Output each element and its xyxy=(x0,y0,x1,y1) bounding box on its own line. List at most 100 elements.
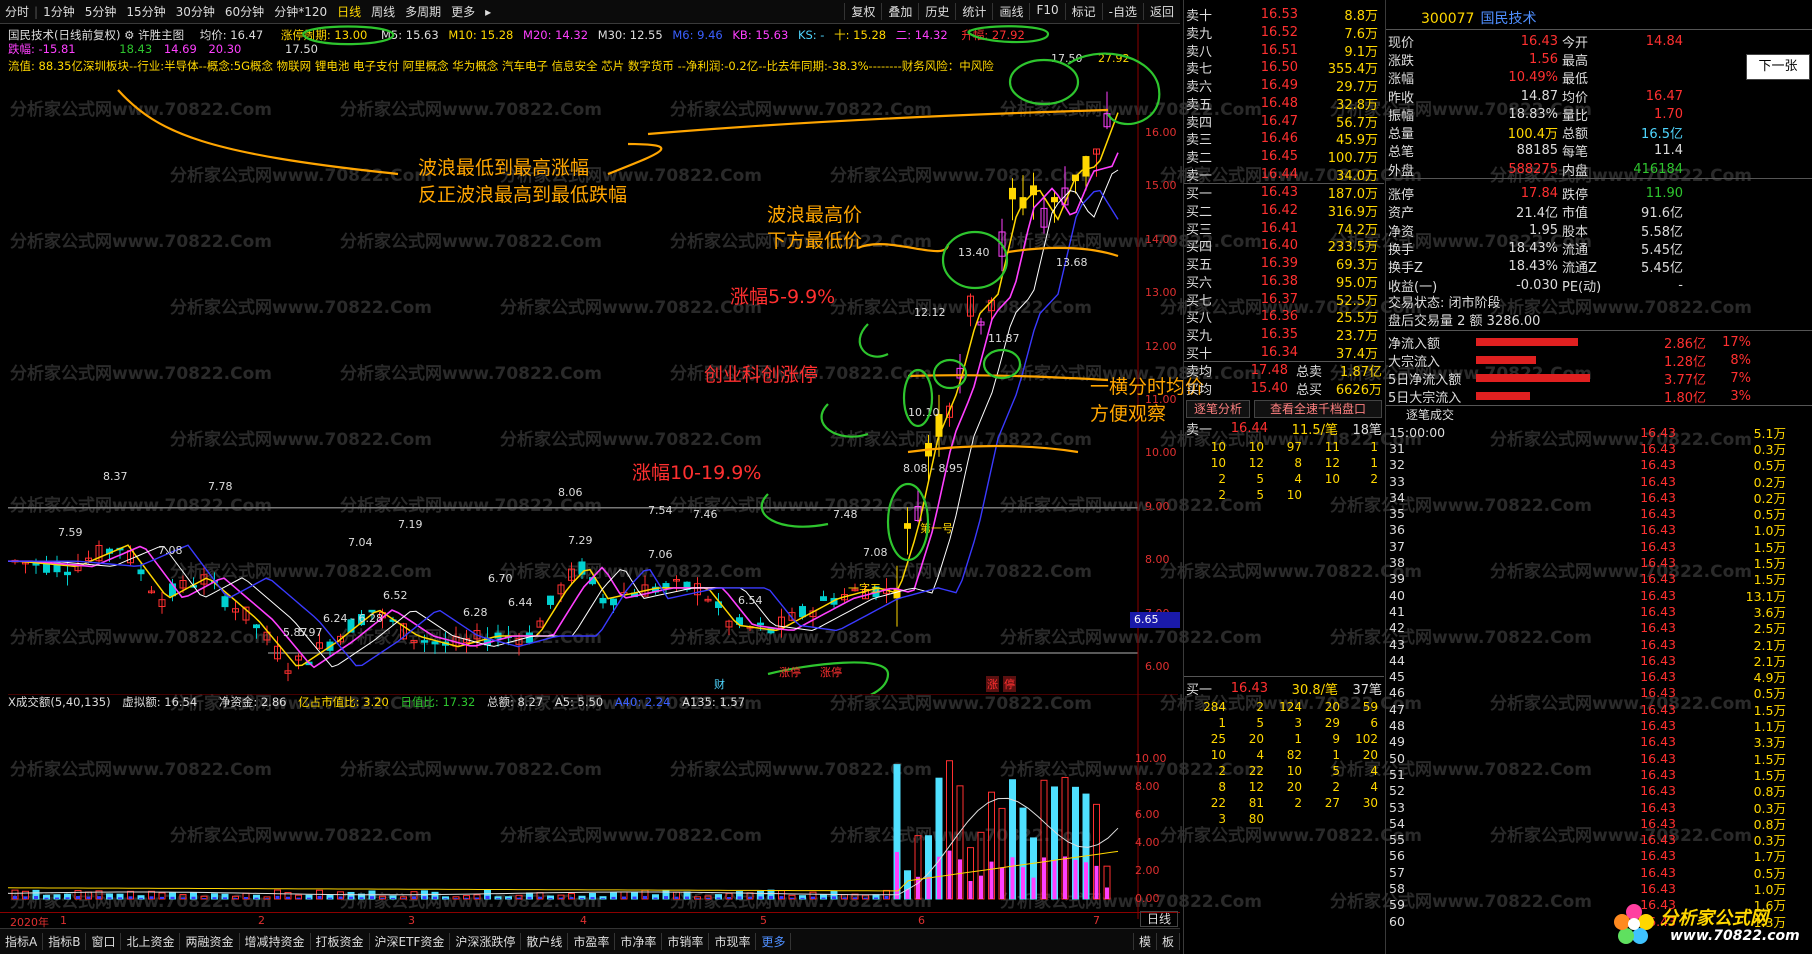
ask-row[interactable]: 卖二 16.45 100.7万 xyxy=(1184,148,1384,166)
volume-inner-bar xyxy=(895,851,899,899)
volume-inner-bar xyxy=(286,896,290,899)
ask-price: 16.50 xyxy=(1260,60,1298,76)
tab-60min[interactable]: 60分钟 xyxy=(220,3,269,20)
volume-inner-bar xyxy=(832,896,836,899)
price-axis-label: 12.00 xyxy=(1145,339,1177,353)
ask-row[interactable]: 卖三 16.46 45.9万 xyxy=(1184,130,1384,148)
chevron-right-icon[interactable]: ▸ xyxy=(480,5,496,19)
tick-time: 46 xyxy=(1389,685,1405,701)
candle xyxy=(43,555,50,575)
tab-pcf[interactable]: 市现率 xyxy=(709,933,757,950)
ask-row[interactable]: 卖十 16.53 8.8万 xyxy=(1184,6,1384,24)
mark-button[interactable]: 标记 xyxy=(1064,3,1102,20)
next-stock-button[interactable]: 下一张 xyxy=(1746,54,1810,80)
tab-1min[interactable]: 1分钟 xyxy=(38,3,80,20)
stats-button[interactable]: 统计 xyxy=(955,3,992,20)
volume-inner-bar xyxy=(160,896,164,899)
tab-margin[interactable]: 两融资金 xyxy=(180,933,240,950)
tab-window[interactable]: 窗口 xyxy=(86,933,122,950)
tab-30min[interactable]: 30分钟 xyxy=(171,3,220,20)
tab-multi-period[interactable]: 多周期 xyxy=(400,3,446,20)
trade-state: 交易状态: 闭市阶段 xyxy=(1388,296,1501,311)
stop-marker[interactable]: 停 xyxy=(1003,676,1016,692)
tab-15min[interactable]: 15分钟 xyxy=(121,3,170,20)
tab-indicator-b[interactable]: 指标B xyxy=(43,933,87,950)
tab-etf-funds[interactable]: 沪深ETF资金 xyxy=(370,933,451,950)
ask-row[interactable]: 卖五 16.48 32.8万 xyxy=(1184,95,1384,113)
candle xyxy=(1040,196,1048,234)
full-depth-button[interactable]: 查看全速千档盘口 xyxy=(1254,400,1382,418)
bid-row[interactable]: 买十 16.34 37.4万 xyxy=(1184,343,1384,362)
limit-up-marker[interactable]: 涨停 xyxy=(779,664,801,680)
queue-cell: 5 xyxy=(1256,488,1264,502)
ask-row[interactable]: 卖七 16.50 355.4万 xyxy=(1184,59,1384,77)
volume-chart[interactable] xyxy=(8,694,1178,919)
tab-northbound[interactable]: 北上资金 xyxy=(121,933,181,950)
bid-row[interactable]: 买五 16.39 69.3万 xyxy=(1184,255,1384,273)
tab-more[interactable]: 更多 xyxy=(446,3,480,20)
bid-row[interactable]: 买四 16.40 233.5万 xyxy=(1184,237,1384,255)
tab-board[interactable]: 板 xyxy=(1157,933,1180,950)
time-axis-m7: 7 xyxy=(1093,914,1100,927)
volume-inner-bar xyxy=(97,896,101,899)
candle xyxy=(841,588,848,603)
tick-row: 33 16.43 0.2万 xyxy=(1386,473,1812,490)
bid-row[interactable]: 买九 16.35 23.7万 xyxy=(1184,326,1384,344)
tab-5min[interactable]: 5分钟 xyxy=(80,3,122,20)
rise-marker[interactable]: 涨 xyxy=(986,676,999,692)
tick-time: 15:00:00 xyxy=(1389,424,1446,440)
tab-retail-line[interactable]: 散户线 xyxy=(521,933,569,950)
queue-price: 16.43 xyxy=(1230,681,1268,697)
tab-template[interactable]: 模 xyxy=(1132,933,1157,950)
current-price-tag: 6.65 xyxy=(1130,612,1180,628)
order-analysis-button[interactable]: 逐笔分析 xyxy=(1186,400,1250,418)
history-button[interactable]: 历史 xyxy=(918,3,955,20)
limit-up-marker-2[interactable]: 涨停 xyxy=(820,664,842,680)
volume-inner-bar xyxy=(727,897,731,899)
quote-divider xyxy=(1386,29,1812,30)
bid-row[interactable]: 买二 16.42 316.9万 xyxy=(1184,202,1384,220)
ask-row[interactable]: 卖九 16.52 7.6万 xyxy=(1184,24,1384,42)
tab-daily[interactable]: 日线 xyxy=(332,3,366,20)
ask-row[interactable]: 卖八 16.51 9.1万 xyxy=(1184,41,1384,60)
bid-row[interactable]: 买三 16.41 74.2万 xyxy=(1184,219,1384,238)
queue-cell xyxy=(1264,812,1302,826)
back-button[interactable]: 返回 xyxy=(1142,3,1180,20)
quote-value-2: 1.70 xyxy=(1654,106,1683,122)
overlay-button[interactable]: 叠加 xyxy=(881,3,918,20)
tab-timeshare[interactable]: 分时 xyxy=(0,3,34,20)
tab-weekly[interactable]: 周线 xyxy=(366,3,400,20)
ask-row[interactable]: 卖一 16.44 34.0万 xyxy=(1184,165,1384,184)
tab-ps[interactable]: 市销率 xyxy=(662,933,710,950)
price-label: 6.52 xyxy=(383,589,408,602)
candle-body xyxy=(137,569,145,575)
quote-row: 外盘 588275 内盘 416184 xyxy=(1386,160,1812,179)
bid-row[interactable]: 买八 16.36 25.5万 xyxy=(1184,308,1384,326)
adjust-button[interactable]: 复权 xyxy=(844,3,881,20)
tab-board-funds[interactable]: 打板资金 xyxy=(311,933,370,950)
annotation-stroke xyxy=(1008,58,1080,106)
queue-row: 2 22 10 5 4 xyxy=(1188,764,1378,778)
price-label: 6.54 xyxy=(738,594,763,607)
bid-row[interactable]: 买七 16.37 52.5万 xyxy=(1184,290,1384,309)
bid-row[interactable]: 买一 16.43 187.0万 xyxy=(1184,184,1384,202)
tick-price: 16.43 xyxy=(1640,718,1676,734)
finance-marker[interactable]: 财 xyxy=(714,676,725,692)
tab-120min[interactable]: 分钟*120 xyxy=(269,3,332,20)
draw-button[interactable]: 画线 xyxy=(992,3,1029,20)
watchlist-button[interactable]: -自选 xyxy=(1101,3,1143,20)
candle xyxy=(536,617,544,628)
tab-pe[interactable]: 市盈率 xyxy=(568,933,616,950)
tab-pb[interactable]: 市净率 xyxy=(615,933,663,950)
tab-more-indicators[interactable]: 更多 xyxy=(756,933,792,950)
tab-limit-stats[interactable]: 沪深涨跌停 xyxy=(450,933,522,950)
tab-indicator-a[interactable]: 指标A xyxy=(0,933,44,950)
ask-row[interactable]: 卖六 16.49 29.7万 xyxy=(1184,77,1384,95)
candlestick-chart[interactable]: 8.37 7.59 7.78 7.08 7.04 7.19 6.52 6.70 6.28 6.44… xyxy=(8,24,1178,694)
period-label[interactable]: 日线 xyxy=(1140,911,1178,927)
tab-holdings-change[interactable]: 增减持资金 xyxy=(240,933,311,950)
ask-label: 卖五 xyxy=(1186,97,1213,113)
bid-row[interactable]: 买六 16.38 95.0万 xyxy=(1184,273,1384,291)
f10-button[interactable]: F10 xyxy=(1029,3,1064,20)
ask-row[interactable]: 卖四 16.47 56.7万 xyxy=(1184,112,1384,131)
